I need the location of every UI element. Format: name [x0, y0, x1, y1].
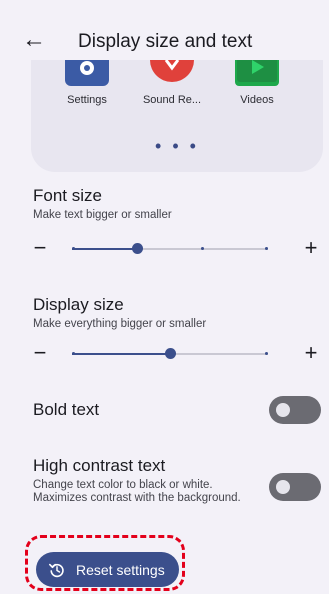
page-title: Display size and text [78, 31, 253, 52]
preview-app-settings: Settings [49, 52, 125, 106]
font-size-track-fill [72, 248, 137, 250]
high-contrast-subtitle: Change text color to black or white. Max… [33, 479, 241, 504]
display-size-tick [72, 352, 75, 355]
display-size-and-text-screen: ← Display size and text Settings Sound R [0, 0, 329, 594]
top-app-bar: ← Display size and text [0, 0, 329, 60]
app-label-videos: Videos [240, 94, 274, 106]
font-size-increase-button[interactable]: + [301, 237, 321, 261]
font-size-slider[interactable]: − + [28, 237, 324, 261]
font-size-tick [265, 247, 268, 250]
display-size-increase-button[interactable]: + [301, 342, 321, 366]
app-label-settings: Settings [67, 94, 107, 106]
font-size-tick [72, 247, 75, 250]
display-size-title: Display size [33, 295, 124, 314]
preview-app-videos: Videos [219, 52, 295, 106]
display-size-slider[interactable]: − + [28, 342, 324, 366]
font-size-title: Font size [33, 186, 102, 205]
bold-text-toggle-knob [276, 403, 290, 417]
display-size-thumb[interactable] [165, 348, 176, 359]
display-size-subtitle: Make everything bigger or smaller [33, 318, 207, 330]
display-size-decrease-button[interactable]: − [30, 342, 50, 366]
reset-settings-button[interactable]: Reset settings [36, 552, 179, 587]
high-contrast-title: High contrast text [33, 456, 166, 475]
high-contrast-toggle[interactable] [269, 473, 321, 501]
bold-text-title: Bold text [33, 400, 100, 419]
font-size-decrease-button[interactable]: − [30, 237, 50, 261]
font-size-track[interactable] [72, 243, 268, 254]
page-indicator-dots[interactable]: • • • [31, 137, 323, 155]
history-reset-icon [48, 563, 64, 577]
app-label-sound-recorder: Sound Re... [142, 94, 202, 106]
back-arrow-icon[interactable]: ← [20, 26, 48, 54]
reset-settings-label: Reset settings [76, 561, 165, 578]
preview-card: Settings Sound Re... Videos • • • [31, 52, 323, 172]
font-size-thumb[interactable] [132, 243, 143, 254]
font-size-tick [201, 247, 204, 250]
display-size-tick [265, 352, 268, 355]
high-contrast-toggle-knob [276, 480, 290, 494]
display-size-track-fill [72, 353, 170, 355]
display-size-track[interactable] [72, 348, 268, 359]
preview-app-sound-recorder: Sound Re... [134, 52, 210, 106]
font-size-subtitle: Make text bigger or smaller [33, 209, 172, 221]
bold-text-toggle[interactable] [269, 396, 321, 424]
